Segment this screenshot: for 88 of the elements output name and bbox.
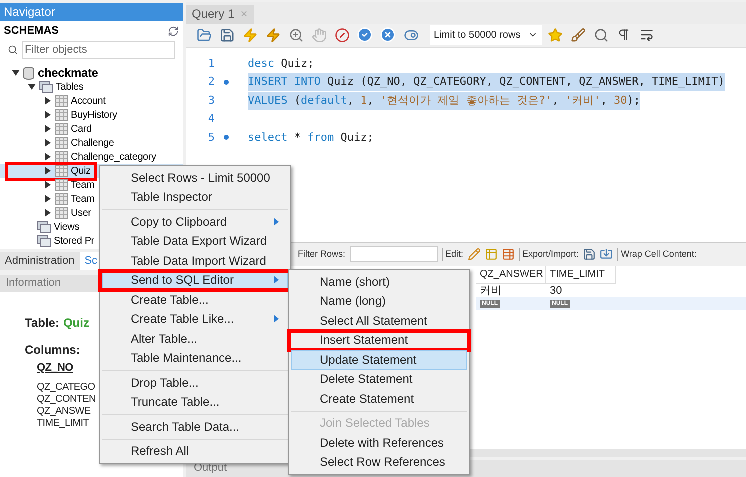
tree-item[interactable]: checkmate — [0, 66, 183, 80]
tables-icon — [37, 221, 51, 233]
menu-item[interactable]: Name (short) — [291, 272, 467, 292]
collapsed-arrow-icon[interactable] — [44, 167, 52, 175]
tree-item[interactable]: BuyHistory — [0, 108, 183, 122]
tree-item[interactable]: Card — [0, 122, 183, 136]
collapsed-arrow-icon[interactable] — [44, 153, 52, 161]
query-tab[interactable]: Query 1 × — [186, 4, 254, 24]
navigator-header: Navigator — [0, 3, 183, 21]
table-name: Quiz — [63, 315, 90, 332]
refresh-icon[interactable] — [168, 26, 179, 36]
column-name: QZ_CONTEN — [37, 394, 96, 406]
import-icon[interactable] — [600, 248, 614, 261]
column-name: QZ_CATEGO — [37, 382, 96, 394]
table-icon — [55, 207, 68, 219]
code-line: desc Quiz; — [248, 56, 314, 72]
menu-item[interactable]: Select All Statement — [291, 311, 467, 330]
menu-item[interactable]: Refresh All — [102, 442, 288, 461]
cancel-icon[interactable] — [378, 25, 398, 46]
database-icon — [23, 66, 35, 80]
table-icon — [55, 165, 68, 177]
menu-item[interactable]: Delete Statement — [291, 370, 467, 389]
line-number: 1 — [207, 56, 215, 72]
menu-item[interactable]: Table Data Import Wizard — [102, 251, 288, 270]
tables-icon — [39, 81, 53, 93]
wrap-label: Wrap Cell Content: — [617, 248, 697, 262]
check-icon[interactable] — [355, 25, 375, 46]
submenu-arrow-icon — [274, 218, 279, 226]
table-cell-text: 30 — [550, 284, 562, 299]
table-icon — [55, 123, 68, 135]
tables-icon — [37, 235, 51, 247]
line-number: 3 — [207, 92, 215, 109]
menu-item[interactable]: Create Table... — [102, 290, 288, 310]
tree-item[interactable]: Tables — [0, 80, 183, 94]
columns-label: Columns: — [25, 342, 80, 359]
export-label: Export/Import: — [518, 248, 580, 262]
table-icon — [55, 109, 68, 121]
search-icon — [8, 45, 18, 55]
line-number: 5 — [207, 130, 215, 146]
table-icon — [55, 179, 68, 191]
menu-item[interactable]: Update Statement — [291, 350, 467, 370]
panel-tab[interactable]: Administration — [0, 252, 80, 270]
limit-dropdown[interactable]: Limit to 50000 rows — [430, 25, 542, 46]
filter-label: Filter Rows: — [298, 248, 346, 261]
collapsed-arrow-icon[interactable] — [44, 125, 52, 133]
column-name: QZ_NO — [37, 362, 74, 374]
table-cell-text: 커비 — [480, 284, 502, 299]
collapsed-arrow-icon[interactable] — [44, 111, 52, 119]
table-icon — [55, 95, 68, 107]
menu-item[interactable]: Table Maintenance... — [102, 348, 288, 368]
menu-item[interactable]: Copy to Clipboard — [102, 212, 288, 232]
filter-field[interactable]: Filter objects — [22, 41, 175, 59]
tree-item[interactable]: Account — [0, 94, 183, 108]
line-number: 2 — [207, 74, 215, 90]
filter-rows-field[interactable] — [350, 246, 438, 262]
collapsed-arrow-icon[interactable] — [44, 195, 52, 203]
menu-item[interactable]: Truncate Table... — [102, 392, 288, 412]
table-icon — [55, 151, 68, 163]
table-label: Table: — [25, 315, 60, 332]
pencil-icon[interactable] — [468, 248, 481, 261]
expanded-arrow-icon[interactable] — [28, 83, 36, 91]
tree-item[interactable]: Challenge — [0, 136, 183, 150]
menu-item[interactable]: Table Inspector — [102, 188, 288, 207]
menu-item[interactable]: Create Statement — [291, 389, 467, 408]
code-line: select * from Quiz; — [248, 130, 374, 146]
submenu-arrow-icon — [274, 276, 279, 284]
expanded-arrow-icon[interactable] — [12, 69, 20, 77]
menu-item[interactable]: Name (long) — [291, 292, 467, 311]
tree-item[interactable]: Challenge_category — [0, 150, 183, 164]
edit-label: Edit: — [442, 248, 464, 262]
submenu-arrow-icon — [274, 315, 279, 324]
collapsed-arrow-icon[interactable] — [44, 97, 52, 105]
menu-item[interactable]: Search Table Data... — [102, 417, 288, 436]
collapsed-arrow-icon[interactable] — [44, 209, 52, 217]
menu-item[interactable]: Table Data Export Wizard — [102, 232, 288, 251]
export-icon[interactable] — [583, 248, 596, 261]
schemas-label: SCHEMAS — [4, 24, 60, 39]
table-icon — [55, 137, 68, 149]
table-icon — [55, 193, 68, 205]
menu-item[interactable]: Drop Table... — [102, 373, 288, 392]
collapsed-arrow-icon[interactable] — [44, 139, 52, 147]
column-name: TIME_LIMIT — [37, 418, 90, 430]
line-number: 4 — [207, 111, 215, 128]
menu-item[interactable]: Create Table Like... — [102, 310, 288, 329]
menu-item[interactable]: Alter Table... — [102, 329, 288, 348]
column-name: QZ_ANSWE — [37, 406, 91, 418]
menu-item[interactable]: Delete with References — [291, 433, 467, 452]
collapsed-arrow-icon[interactable] — [44, 181, 52, 189]
